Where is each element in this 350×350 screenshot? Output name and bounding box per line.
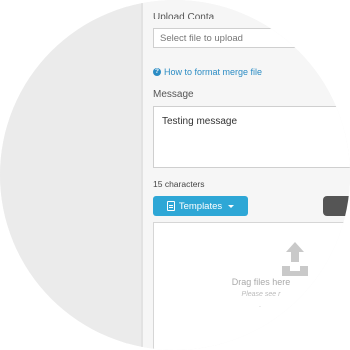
character-count: 15 characters: [153, 179, 205, 189]
viewport-circle: Upload Conta Select file to upload ? How…: [0, 0, 350, 350]
upload-label: Upload Conta: [153, 12, 215, 19]
document-icon: [166, 201, 175, 211]
templates-button[interactable]: Templates: [153, 196, 248, 216]
left-background: [0, 0, 142, 350]
help-icon: ?: [153, 68, 161, 76]
dropzone-dot: .: [259, 302, 261, 309]
upload-file-input[interactable]: Select file to upload: [153, 28, 350, 48]
dropzone-title: Drag files here: [231, 277, 291, 287]
dropzone-subtitle: Please see r: [241, 291, 281, 298]
merge-file-help-link[interactable]: ? How to format merge file: [153, 67, 262, 77]
secondary-button[interactable]: [323, 196, 350, 216]
caret-down-icon: [228, 204, 235, 208]
templates-button-label: Templates: [178, 200, 223, 212]
message-textarea[interactable]: Testing message: [153, 106, 350, 168]
message-label: Message: [153, 89, 194, 100]
help-link-label: How to format merge file: [164, 67, 263, 77]
upload-icon: [282, 242, 308, 276]
